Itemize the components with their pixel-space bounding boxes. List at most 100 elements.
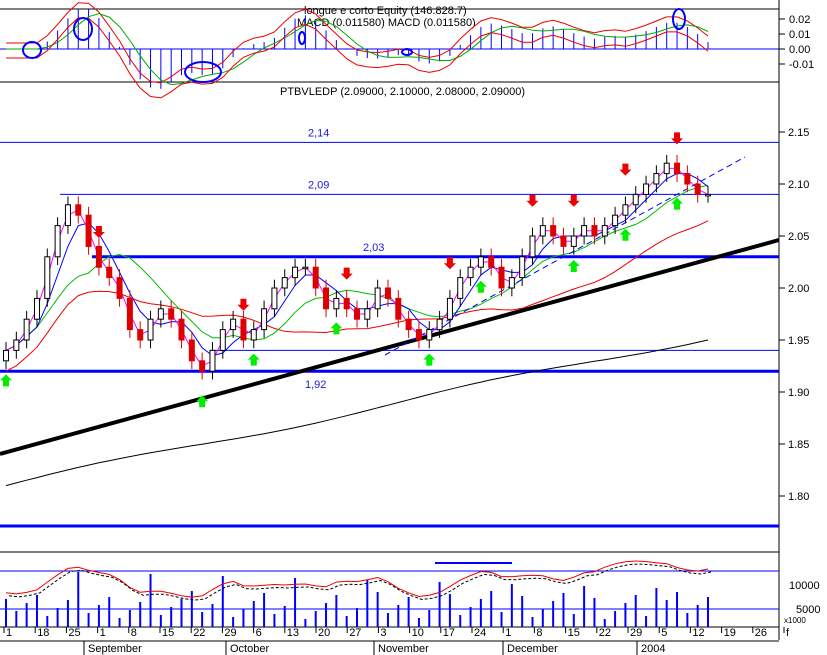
candle-body: [622, 204, 629, 216]
candle-body: [343, 297, 350, 310]
candle-body: [457, 277, 464, 299]
x-tick-label: 22: [599, 627, 611, 639]
candle-body: [601, 225, 608, 237]
x-tick-label: 17: [443, 627, 455, 639]
candle-body: [405, 318, 412, 331]
stock-chart: longue e corto Equity (146.828.7) MACD (…: [0, 0, 827, 655]
level-label: 1,92: [305, 379, 326, 391]
macd-title-2: MACD (0.011580) MACD (0.011580): [297, 17, 476, 29]
x-tick-label: 1: [505, 627, 511, 639]
candle-body: [488, 256, 495, 268]
candle-body: [23, 318, 30, 341]
candle-body: [54, 225, 61, 258]
candle-body: [33, 297, 40, 320]
candle-body: [219, 329, 226, 351]
candle-body: [271, 287, 278, 310]
month-label: November: [378, 643, 429, 655]
price-tick-label: 2.15: [788, 127, 809, 139]
price-tick-label: 2.00: [788, 283, 809, 295]
x-tick-label: 26: [755, 627, 767, 639]
macd-tick-label: 0.00: [789, 44, 810, 56]
candle-body: [498, 266, 505, 289]
level-label: 2,09: [308, 179, 329, 191]
candle-body: [64, 204, 71, 227]
x-tick-label: 15: [162, 627, 174, 639]
candle-body: [384, 287, 391, 299]
candle-body: [395, 297, 402, 320]
candle-body: [591, 225, 598, 237]
x-tick-label: 1: [6, 627, 12, 639]
candle-body: [157, 308, 164, 320]
price-tick-label: 2.10: [788, 179, 809, 191]
candle-body: [281, 277, 288, 289]
candle-body: [13, 339, 20, 351]
x-tick-label: 10: [412, 627, 424, 639]
candle-body: [261, 308, 268, 331]
x-tick-label: 24: [474, 627, 486, 639]
candle-body: [364, 308, 371, 320]
x-tick-label: 8: [131, 627, 137, 639]
macd-title-1: longue e corto Equity (146.828.7): [304, 5, 467, 17]
candle-body: [199, 360, 206, 372]
candle-body: [333, 297, 340, 310]
candle-body: [612, 214, 619, 227]
candle-body: [137, 329, 144, 341]
x-tick-label: 20: [318, 627, 330, 639]
vol-multiplier: x1000: [784, 616, 806, 625]
x-tick-label: 12: [692, 627, 704, 639]
price-tick-label: 1.95: [788, 335, 809, 347]
month-label: December: [507, 643, 558, 655]
candle-body: [374, 287, 381, 310]
candle-body: [75, 204, 82, 216]
candle-body: [106, 266, 113, 279]
candle-body: [178, 318, 185, 341]
candle-body: [147, 318, 154, 341]
candle-body: [126, 297, 133, 331]
x-tick-label: 3: [380, 627, 386, 639]
macd-tick-label: -0.01: [789, 59, 814, 71]
price-tick-label: 2.05: [788, 231, 809, 243]
macd-tick-label: 0.02: [789, 14, 810, 26]
candle-body: [323, 287, 330, 310]
candle-body: [539, 225, 546, 237]
x-tick-label: 22: [193, 627, 205, 639]
x-tick-label: 13: [287, 627, 299, 639]
candle-body: [230, 318, 237, 331]
candle-body: [44, 256, 51, 299]
candle-body: [643, 183, 650, 195]
candle-body: [188, 339, 195, 362]
candle-body: [209, 349, 216, 372]
candle-body: [467, 266, 474, 279]
vol-tick-5000: 5000: [796, 604, 820, 616]
price-title: PTBVLEDP (2.09000, 2.10000, 2.08000, 2.0…: [280, 86, 525, 98]
candle-body: [3, 349, 9, 362]
vol-tick-10000: 10000: [789, 580, 820, 592]
price-tick-label: 1.90: [788, 387, 809, 399]
price-tick-label: 1.80: [788, 491, 809, 503]
candle-body: [519, 256, 526, 279]
level-label: 2,14: [308, 127, 329, 139]
month-label: October: [230, 643, 269, 655]
x-tick-label: 19: [724, 627, 736, 639]
candle-body: [292, 266, 299, 279]
candle-body: [684, 173, 691, 185]
candle-body: [581, 225, 588, 237]
candle-body: [415, 329, 422, 341]
candle-body: [632, 193, 639, 206]
month-label: September: [88, 643, 142, 655]
x-tick-label: 6: [256, 627, 262, 639]
x-tick-label: 5: [661, 627, 667, 639]
candle-body: [250, 329, 257, 341]
macd-tick-label: 0.01: [789, 29, 810, 41]
candle-body: [653, 173, 660, 185]
x-tick-label: 25: [68, 627, 80, 639]
candle-body: [705, 193, 711, 197]
candle-body: [570, 235, 577, 247]
month-label: 2004: [641, 643, 665, 655]
candle-body: [446, 297, 453, 320]
candle-body: [436, 318, 443, 331]
x-tick-label: 15: [568, 627, 580, 639]
x-tick-label: 1: [100, 627, 106, 639]
candle-body: [694, 183, 701, 195]
x-tick-label: 29: [224, 627, 236, 639]
